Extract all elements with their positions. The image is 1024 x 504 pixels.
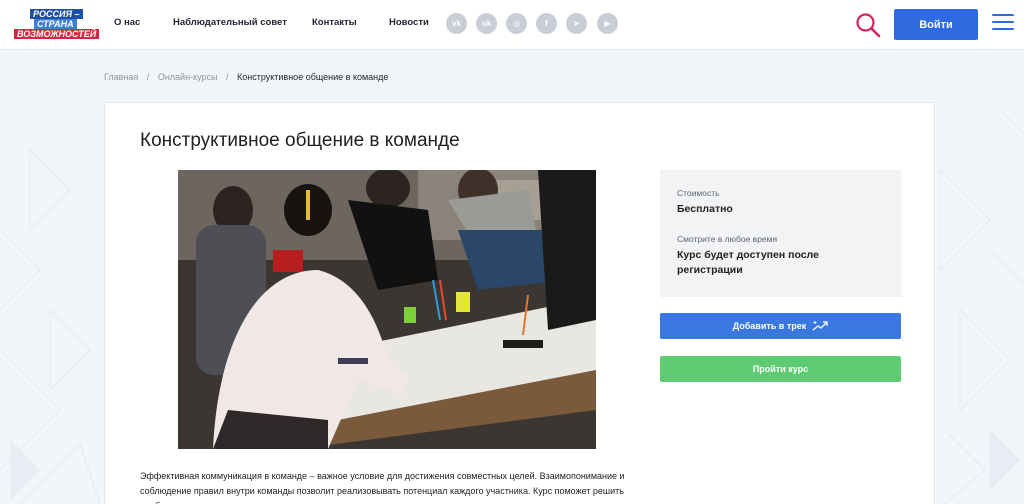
course-image <box>178 170 596 449</box>
search-icon[interactable] <box>855 12 881 38</box>
vk-icon[interactable]: vk <box>446 13 467 34</box>
price-label: Стоимость <box>677 188 720 198</box>
instagram-icon[interactable]: ◎ <box>506 13 527 34</box>
watch-value: Курс будет доступен после регистрации <box>677 249 819 276</box>
logo[interactable]: РОССИЯ – СТРАНА ВОЗМОЖНОСТЕЙ <box>14 7 100 41</box>
watch-label: Смотрите в любое время <box>677 234 778 244</box>
login-button[interactable]: Войти <box>894 9 978 40</box>
facebook-icon[interactable]: f <box>536 13 557 34</box>
trend-icon <box>812 321 828 331</box>
logo-line-1: РОССИЯ – <box>30 9 83 19</box>
nav-item-supervisory-board[interactable]: Наблюдательный совет <box>173 17 287 28</box>
course-info-panel: Стоимость Бесплатно Смотрите в любое вре… <box>660 170 901 297</box>
add-to-track-label: Добавить в трек <box>732 321 807 331</box>
price-value: Бесплатно <box>677 203 733 215</box>
course-card: Конструктивное общение в команде Стоимос… <box>104 102 935 504</box>
logo-line-3: ВОЗМОЖНОСТЕЙ <box>14 29 100 39</box>
nav-item-news[interactable]: Новости <box>389 17 429 28</box>
site-header: РОССИЯ – СТРАНА ВОЗМОЖНОСТЕЙ О нас Наблю… <box>0 0 1024 50</box>
menu-icon[interactable] <box>992 14 1014 32</box>
breadcrumb-current: Конструктивное общение в команде <box>237 72 389 82</box>
breadcrumb-online-courses[interactable]: Онлайн-курсы <box>158 72 218 82</box>
nav-item-about[interactable]: О нас <box>114 17 140 28</box>
youtube-icon[interactable]: ▶ <box>597 13 618 34</box>
add-to-track-button[interactable]: Добавить в трек <box>660 313 901 339</box>
start-course-button[interactable]: Пройти курс <box>660 356 901 382</box>
odnoklassniki-icon[interactable]: ok <box>476 13 497 34</box>
breadcrumb: Главная / Онлайн-курсы / Конструктивное … <box>104 72 389 82</box>
page-title: Конструктивное общение в команде <box>140 130 460 151</box>
logo-line-2: СТРАНА <box>34 19 77 29</box>
telegram-icon[interactable]: ➤ <box>566 13 587 34</box>
nav-item-contacts[interactable]: Контакты <box>312 17 357 28</box>
breadcrumb-home[interactable]: Главная <box>104 72 138 82</box>
course-description: Эффективная коммуникация в команде – важ… <box>140 471 625 504</box>
